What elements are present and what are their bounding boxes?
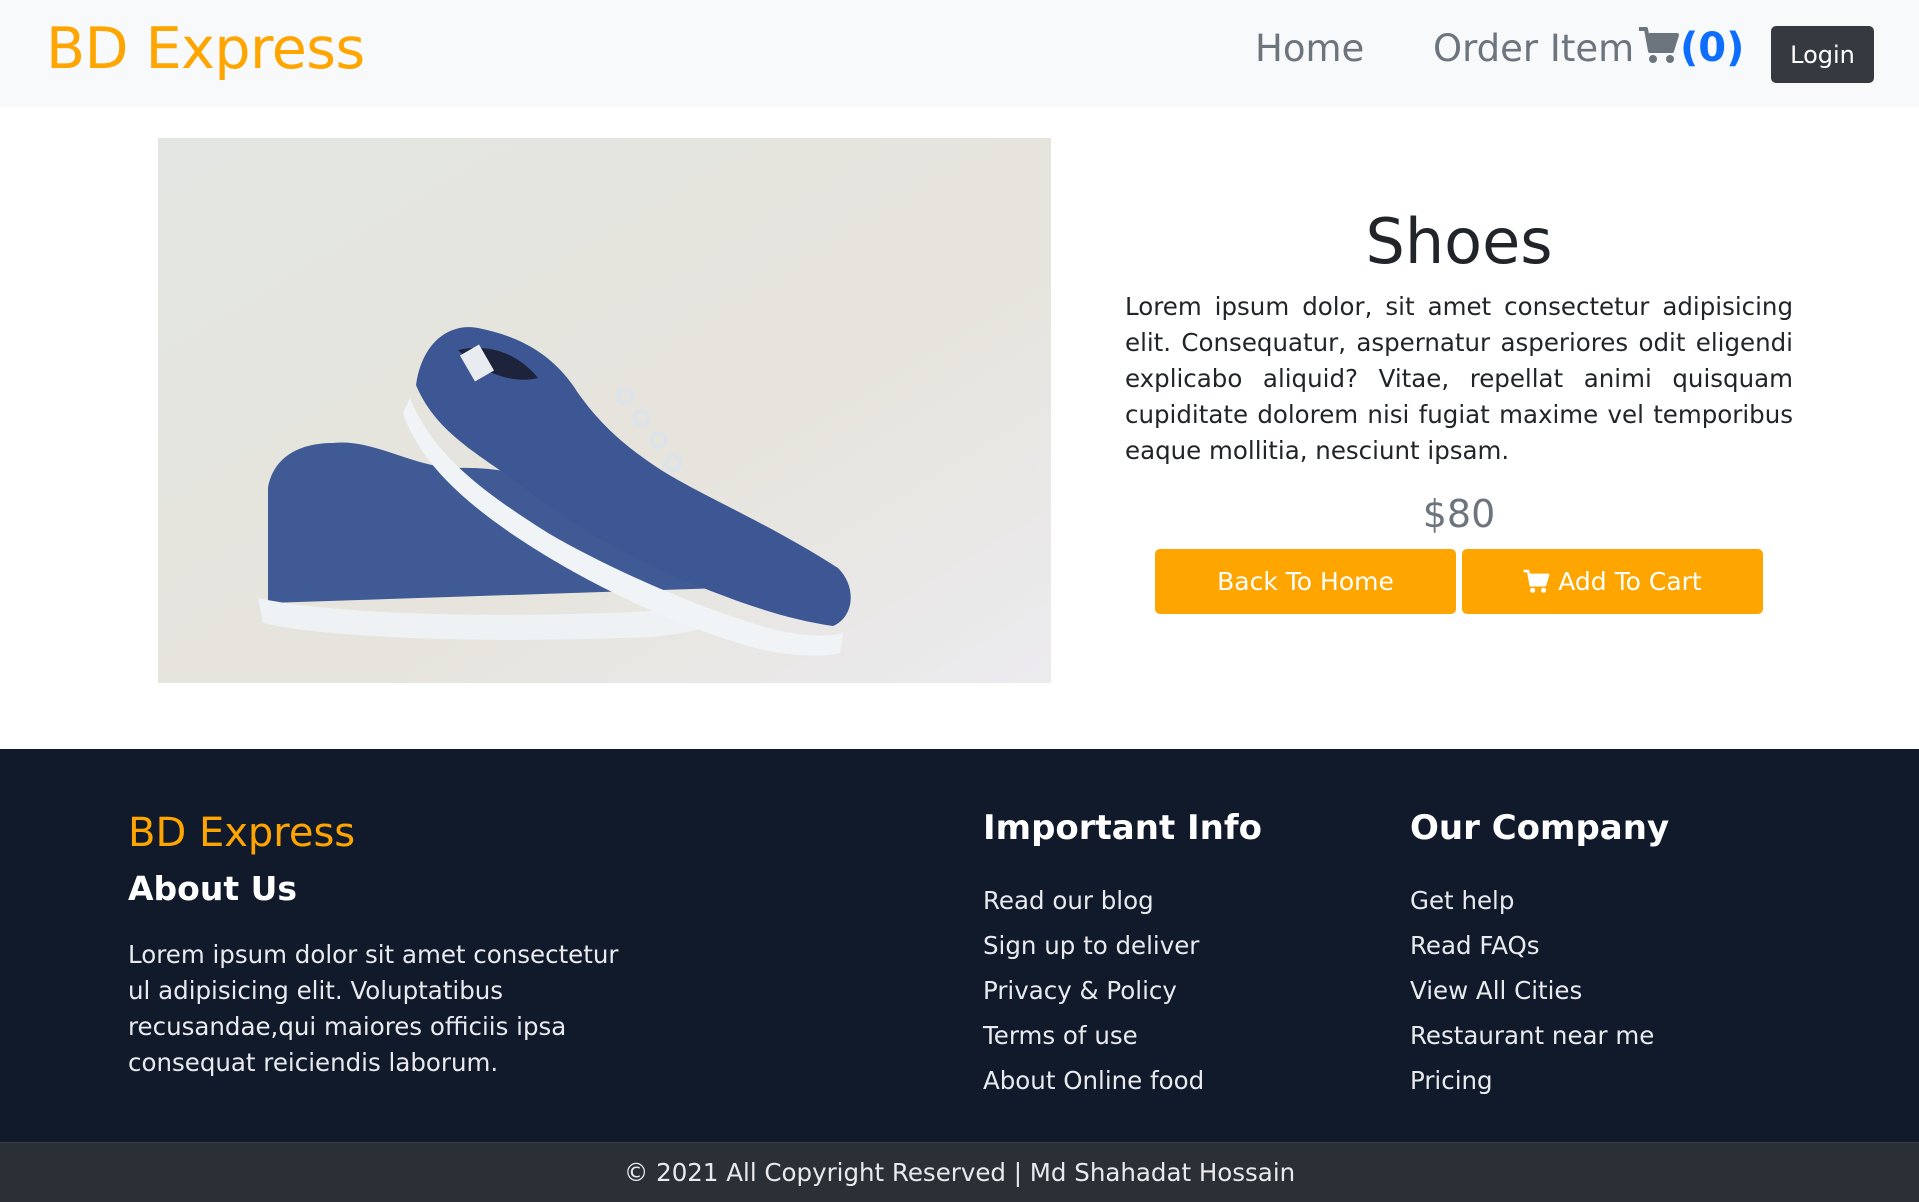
footer-company-title: Our Company (1410, 808, 1670, 848)
copyright-bar: © 2021 All Copyright Reserved | Md Shaha… (0, 1142, 1919, 1202)
product-title: Shoes (1365, 205, 1553, 278)
add-to-cart-label: Add To Cart (1558, 567, 1702, 596)
link-restaurant-near-me[interactable]: Restaurant near me (1410, 1021, 1654, 1050)
footer-link-item: View All Cities (1410, 973, 1654, 1018)
link-terms-of-use[interactable]: Terms of use (983, 1021, 1138, 1050)
copyright-text: © 2021 All Copyright Reserved | Md Shaha… (623, 1158, 1296, 1187)
navbar: BD Express Home Order Item (0) Login (0, 0, 1919, 107)
nav-home-link[interactable]: Home (1255, 24, 1364, 74)
back-to-home-button[interactable]: Back To Home (1155, 549, 1456, 614)
shopping-cart-icon (1523, 569, 1550, 593)
brand-logo[interactable]: BD Express (46, 12, 365, 86)
footer-link-item: Privacy & Policy (983, 973, 1204, 1018)
cart-count-badge[interactable]: (0) (1680, 22, 1744, 74)
nav-order-item-link[interactable]: Order Item (1433, 24, 1634, 74)
footer-link-item: About Online food (983, 1063, 1204, 1108)
link-view-all-cities[interactable]: View All Cities (1410, 976, 1582, 1005)
product-image (158, 138, 1051, 683)
shopping-cart-icon[interactable] (1638, 26, 1680, 66)
product-description: Lorem ipsum dolor, sit amet consectetur … (1125, 292, 1793, 465)
footer-brand: BD Express (128, 810, 356, 856)
footer-link-item: Pricing (1410, 1063, 1654, 1108)
product-price: $80 (1422, 492, 1496, 536)
link-pricing[interactable]: Pricing (1410, 1066, 1493, 1095)
footer-link-item: Read our blog (983, 883, 1204, 928)
footer-about-text: Lorem ipsum dolor sit amet consectetur u… (128, 940, 619, 1077)
footer-about-title: About Us (128, 869, 298, 908)
link-privacy-policy[interactable]: Privacy & Policy (983, 976, 1177, 1005)
footer-important-links: Read our blog Sign up to deliver Privacy… (983, 883, 1204, 1108)
footer-link-item: Read FAQs (1410, 928, 1654, 973)
footer-link-item: Get help (1410, 883, 1654, 928)
link-get-help[interactable]: Get help (1410, 886, 1514, 915)
footer-link-item: Restaurant near me (1410, 1018, 1654, 1063)
link-sign-up-deliver[interactable]: Sign up to deliver (983, 931, 1199, 960)
footer-link-item: Terms of use (983, 1018, 1204, 1063)
footer: BD Express About Us Lorem ipsum dolor si… (0, 749, 1919, 1142)
footer-important-title: Important Info (983, 808, 1263, 848)
add-to-cart-button[interactable]: Add To Cart (1462, 549, 1763, 614)
login-button[interactable]: Login (1771, 26, 1874, 83)
link-read-blog[interactable]: Read our blog (983, 886, 1154, 915)
footer-company-links: Get help Read FAQs View All Cities Resta… (1410, 883, 1654, 1108)
link-read-faqs[interactable]: Read FAQs (1410, 931, 1540, 960)
link-about-online-food[interactable]: About Online food (983, 1066, 1204, 1095)
footer-link-item: Sign up to deliver (983, 928, 1204, 973)
back-to-home-label: Back To Home (1217, 567, 1394, 596)
